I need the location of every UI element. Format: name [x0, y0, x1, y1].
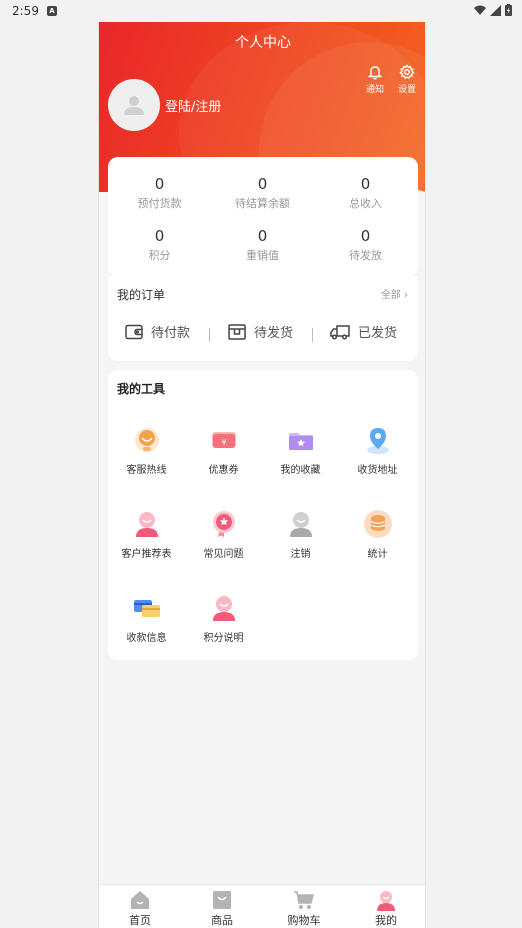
tab-home[interactable]: 首页 [99, 889, 181, 928]
stat-label: 预付货款 [137, 197, 182, 210]
tool-label: 注销 [290, 549, 311, 560]
stat-value: 0 [257, 175, 268, 193]
order-label: 待付款 [151, 326, 191, 341]
signal-icon [490, 4, 501, 16]
faq-badge-icon [209, 509, 239, 539]
tool-coupon[interactable]: ¥ 优惠券 [185, 425, 262, 476]
stat-value: 0 [360, 227, 371, 245]
chevron-right-icon: › [404, 290, 408, 301]
tool-customer-service[interactable]: 客服热线 [108, 425, 185, 476]
tool-referral[interactable]: 客户推荐表 [108, 509, 185, 560]
stat-label: 待结算余额 [235, 197, 290, 210]
stat-label: 待发放 [349, 249, 382, 262]
shopping-bag-icon [211, 889, 233, 911]
svg-text:¥: ¥ [221, 438, 226, 447]
box-icon [228, 323, 246, 340]
tool-label: 客户推荐表 [121, 549, 172, 560]
tool-statistics[interactable]: 统计 [339, 509, 416, 560]
default-user-icon [124, 96, 144, 115]
stat-label: 总收入 [349, 197, 382, 210]
tool-logout[interactable]: 注销 [262, 509, 339, 560]
tool-points-info[interactable]: 积分说明 [185, 593, 262, 644]
orders-card: 我的订单 全部 › 待付款 待发货 已发货 [108, 276, 418, 361]
order-pending-shipment[interactable]: 待发货 [228, 322, 293, 341]
truck-icon [330, 324, 350, 340]
stat-value: 0 [154, 227, 165, 245]
status-bar: 2:59 A [0, 0, 522, 22]
orders-view-all-link[interactable]: 全部 › [381, 286, 408, 301]
app-screen: 个人中心 登陆/注册 通知 设置 0 预付货款 0 待结算余额 0 总收入 0 … [98, 22, 426, 928]
stat-points[interactable]: 0 积分 [108, 227, 211, 263]
stat-pending-payout[interactable]: 0 待发放 [314, 227, 417, 263]
coupon-icon: ¥ [209, 425, 239, 455]
tool-label: 我的收藏 [280, 465, 321, 476]
location-pin-icon [363, 425, 393, 455]
cart-icon [293, 889, 315, 911]
tool-label: 优惠券 [208, 465, 239, 476]
gear-icon [399, 64, 415, 80]
tool-label: 客服热线 [126, 465, 167, 476]
payment-card-icon [132, 593, 162, 623]
tool-label: 积分说明 [203, 633, 244, 644]
order-shipped[interactable]: 已发货 [330, 322, 397, 341]
tools-title: 我的工具 [117, 382, 166, 396]
status-time: 2:59 [12, 4, 39, 18]
stat-value: 0 [154, 175, 165, 193]
orders-title: 我的订单 [117, 288, 166, 302]
tool-payment-info[interactable]: 收款信息 [108, 593, 185, 644]
points-info-icon [209, 593, 239, 623]
tab-label: 商品 [211, 914, 233, 927]
home-icon [129, 889, 151, 911]
customer-service-icon [132, 425, 162, 455]
stat-value: 0 [257, 227, 268, 245]
bell-icon [367, 66, 383, 80]
tool-label: 收货地址 [357, 465, 398, 476]
tab-cart[interactable]: 购物车 [263, 889, 345, 928]
tool-favorites[interactable]: 我的收藏 [262, 425, 339, 476]
stat-value: 0 [360, 175, 371, 193]
stat-pending-balance[interactable]: 0 待结算余额 [211, 175, 314, 211]
orders-all-label: 全部 [380, 290, 401, 301]
tab-label: 购物车 [287, 914, 321, 927]
referral-user-icon [132, 509, 162, 539]
bottom-tab-bar: 首页 商品 购物车 我的 [99, 884, 425, 928]
avatar[interactable] [108, 79, 160, 131]
wifi-icon [474, 5, 486, 15]
tab-products[interactable]: 商品 [181, 889, 263, 928]
notify-button[interactable]: 通知 [361, 64, 389, 95]
stat-resale-value[interactable]: 0 重销值 [211, 227, 314, 263]
stat-label: 重销值 [246, 249, 279, 262]
tab-label: 首页 [129, 914, 151, 927]
order-pending-payment[interactable]: 待付款 [125, 322, 190, 341]
battery-icon [505, 4, 512, 16]
settings-button[interactable]: 设置 [393, 64, 421, 95]
tool-label: 常见问题 [203, 549, 244, 560]
wallet-icon [125, 324, 143, 339]
tools-card: 我的工具 客服热线 ¥ 优惠券 我的收藏 收货地址 客户推荐表 常见问题 注销 … [108, 370, 418, 660]
notification-icon: A [47, 6, 57, 16]
notify-label: 通知 [365, 85, 384, 95]
favorites-folder-icon [286, 425, 316, 455]
status-icons [474, 4, 512, 16]
tab-label: 我的 [375, 914, 397, 927]
tool-label: 统计 [367, 549, 388, 560]
profile-icon [375, 889, 397, 911]
stat-total-income[interactable]: 0 总收入 [314, 175, 417, 211]
statistics-coins-icon [363, 509, 393, 539]
tool-shipping-address[interactable]: 收货地址 [339, 425, 416, 476]
logout-user-icon [286, 509, 316, 539]
stat-prepaid[interactable]: 0 预付货款 [108, 175, 211, 211]
order-label: 已发货 [358, 326, 398, 341]
tool-label: 收款信息 [126, 633, 167, 644]
order-label: 待发货 [254, 326, 294, 341]
tab-mine[interactable]: 我的 [345, 889, 425, 928]
stat-label: 积分 [148, 249, 171, 262]
tool-faq[interactable]: 常见问题 [185, 509, 262, 560]
stats-card: 0 预付货款 0 待结算余额 0 总收入 0 积分 0 重销值 0 待发放 [108, 157, 418, 277]
page-title: 个人中心 [235, 35, 291, 51]
login-register-link[interactable]: 登陆/注册 [165, 96, 221, 115]
settings-label: 设置 [397, 85, 416, 95]
